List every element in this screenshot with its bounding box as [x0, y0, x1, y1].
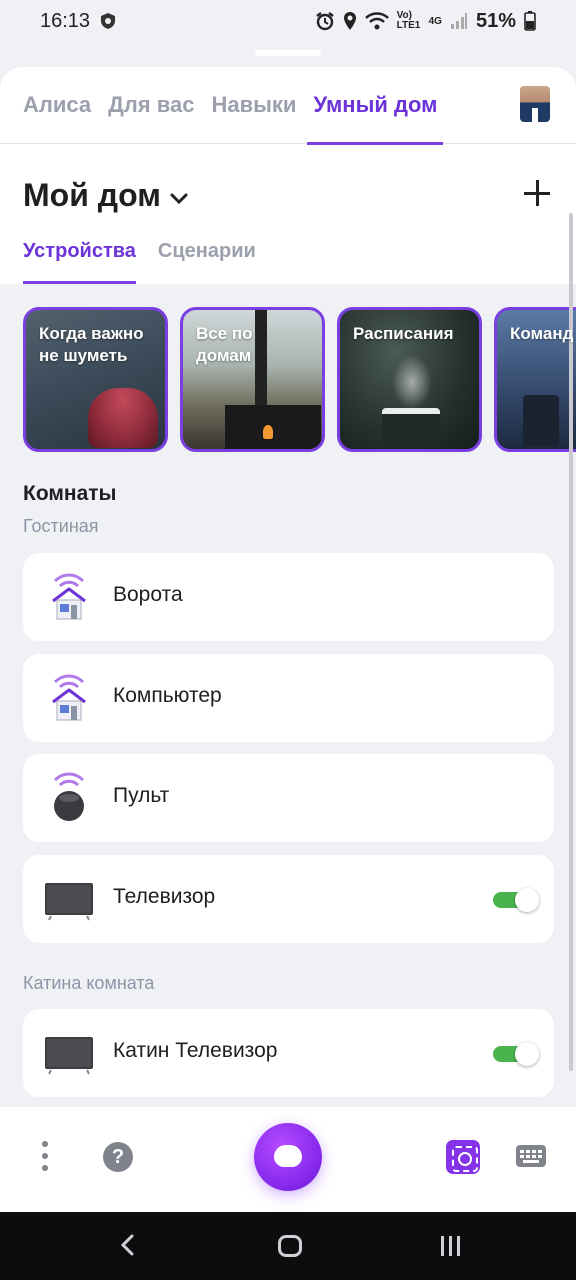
- steam-image: [392, 355, 432, 410]
- location-icon: [343, 11, 357, 31]
- device-card[interactable]: Катин Телевизор: [23, 1009, 554, 1097]
- system-nav-bar: [0, 1212, 576, 1280]
- alarm-icon: [315, 11, 335, 31]
- avatar[interactable]: [520, 86, 550, 122]
- top-tabs: Алиса Для вас Навыки Умный дом: [0, 67, 576, 145]
- tab-for-you[interactable]: Для вас: [108, 67, 194, 144]
- speaker-image: [88, 388, 158, 448]
- network-type: 4G: [428, 15, 442, 27]
- clock-image: [523, 395, 559, 447]
- story-card[interactable]: Расписания: [337, 307, 482, 452]
- more-icon[interactable]: [42, 1141, 48, 1171]
- home-icon[interactable]: [278, 1235, 302, 1257]
- room-label: Катина комната: [23, 973, 155, 993]
- device-name: Ворота: [113, 583, 183, 606]
- device-name: Пульт: [113, 784, 170, 807]
- device-name: Компьютер: [113, 684, 222, 707]
- chevron-down-icon: [169, 177, 189, 214]
- tv-icon: [45, 1027, 93, 1079]
- device-card[interactable]: Телевизор: [23, 855, 554, 943]
- story-card[interactable]: Команд с тайме: [494, 307, 576, 452]
- smart-home-icon: [45, 571, 93, 623]
- tab-smart-home[interactable]: Умный дом: [307, 67, 444, 145]
- battery-icon: [524, 11, 536, 31]
- stove-image: [225, 405, 321, 449]
- recent-apps-icon[interactable]: [441, 1236, 463, 1256]
- tab-alice[interactable]: Алиса: [23, 67, 91, 144]
- device-name: Телевизор: [113, 885, 216, 908]
- story-label: Все по домам: [196, 324, 253, 365]
- device-card[interactable]: Ворота: [23, 553, 554, 641]
- sheet-drag-handle[interactable]: [255, 50, 321, 56]
- remote-hub-icon: [45, 772, 93, 824]
- add-icon[interactable]: [522, 178, 552, 208]
- room-label: Гостиная: [23, 516, 99, 536]
- story-label: Расписания: [353, 324, 454, 343]
- device-card[interactable]: Пульт: [23, 754, 554, 842]
- status-time: 16:13: [40, 9, 91, 32]
- device-name: Катин Телевизор: [113, 1039, 278, 1062]
- battery-percent: 51%: [475, 9, 516, 32]
- stories-carousel: Когда важно не шуметь Все по домам Распи…: [23, 307, 576, 452]
- cup-image: [382, 408, 440, 449]
- rooms-title: Комнаты: [23, 482, 117, 505]
- subtab-devices[interactable]: Устройства: [23, 240, 136, 284]
- help-icon[interactable]: ?: [103, 1142, 133, 1172]
- page-header: Мой дом Устройства Сценарии: [0, 144, 576, 284]
- story-card[interactable]: Когда важно не шуметь: [23, 307, 168, 452]
- tv-icon: [45, 873, 93, 925]
- main-sheet: Алиса Для вас Навыки Умный дом Мой дом У…: [0, 67, 576, 1107]
- story-card[interactable]: Все по домам: [180, 307, 325, 452]
- story-label: Когда важно не шуметь: [39, 324, 144, 365]
- device-card[interactable]: Компьютер: [23, 654, 554, 742]
- wifi-icon: [364, 12, 389, 30]
- smart-home-icon: [45, 672, 93, 724]
- shield-icon: [100, 12, 116, 30]
- home-selector[interactable]: Мой дом: [23, 177, 189, 214]
- subtabs: Устройства Сценарии: [23, 240, 256, 284]
- power-toggle[interactable]: [493, 888, 539, 912]
- story-label: Команд с тайме: [510, 324, 576, 343]
- power-toggle[interactable]: [493, 1042, 539, 1066]
- network-label: Vo) LTE1: [396, 10, 421, 31]
- bottom-bar: ?: [0, 1107, 576, 1212]
- keyboard-icon[interactable]: [516, 1145, 546, 1167]
- alice-voice-button[interactable]: [254, 1123, 322, 1191]
- devices-content: Когда важно не шуметь Все по домам Распи…: [0, 284, 576, 1107]
- status-bar: 16:13 Vo) LTE1 4G 51%: [0, 0, 576, 42]
- page-title: Мой дом: [23, 177, 161, 213]
- camera-search-icon[interactable]: [446, 1140, 480, 1174]
- fire-image: [263, 425, 273, 439]
- subtab-scenarios[interactable]: Сценарии: [158, 240, 256, 284]
- signal-icon: [450, 12, 468, 30]
- back-icon[interactable]: [118, 1234, 138, 1256]
- tab-skills[interactable]: Навыки: [211, 67, 296, 144]
